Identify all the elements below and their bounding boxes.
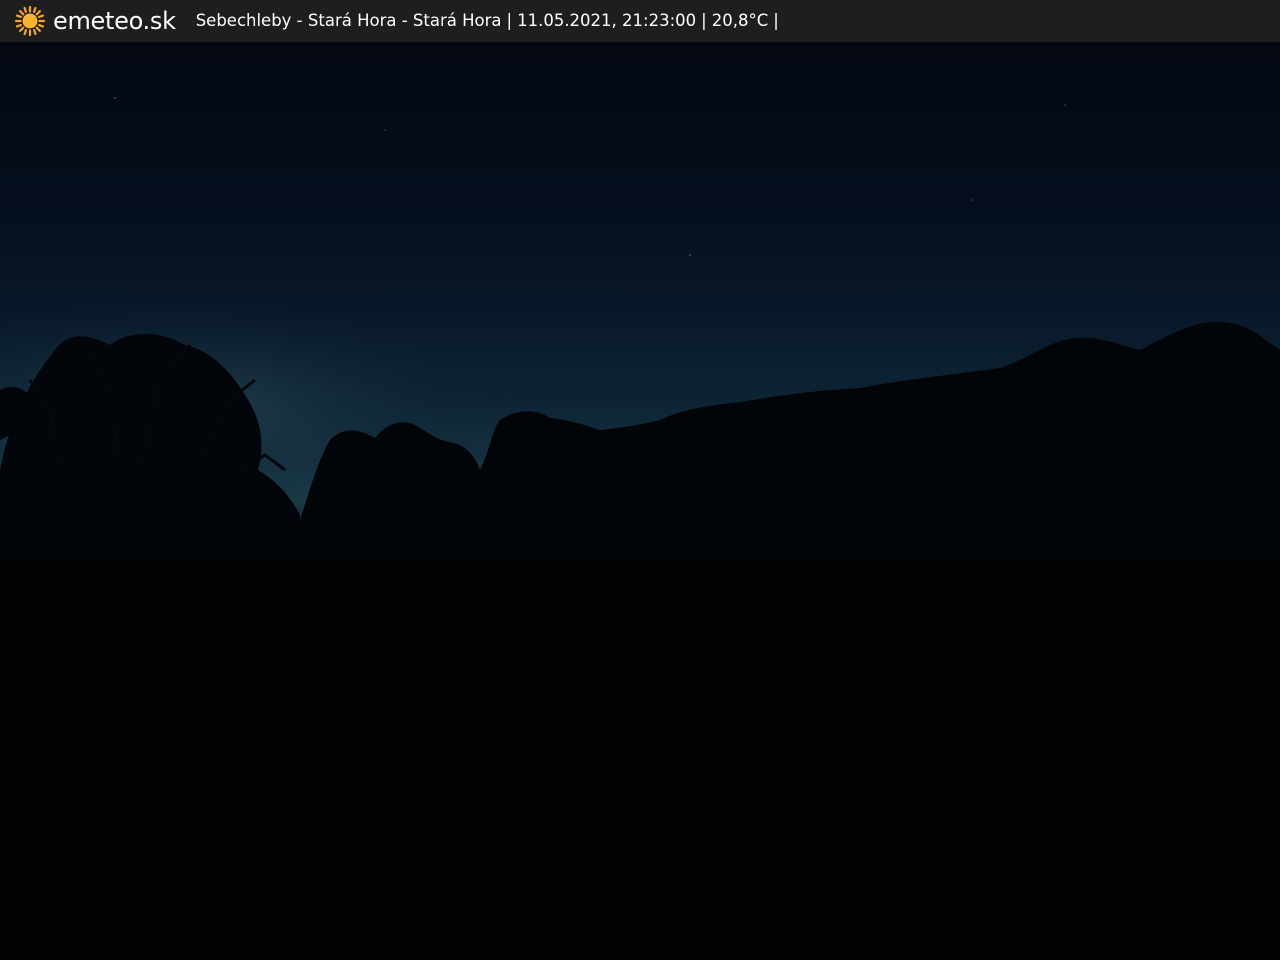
separator: | — [701, 11, 707, 30]
top-bar: emeteo.sk Sebechleby - Stará Hora - Star… — [0, 0, 1280, 42]
webcam-caption: Sebechleby - Stará Hora - Stará Hora | 1… — [196, 0, 784, 42]
sun-icon — [14, 5, 46, 37]
brand-name: emeteo.sk — [53, 7, 176, 35]
brand-logo[interactable]: emeteo.sk — [14, 0, 176, 42]
webcam-frame: emeteo.sk Sebechleby - Stará Hora - Star… — [0, 0, 1280, 960]
separator: | — [773, 11, 779, 30]
separator: | — [506, 11, 513, 30]
dark-ground — [0, 560, 1280, 960]
datetime-text: 11.05.2021, 21:23:00 — [517, 11, 697, 30]
webcam-scene — [0, 0, 1280, 960]
location-text: Sebechleby - Stará Hora - Stará Hora — [195, 11, 502, 30]
temperature-text: 20,8°C — [711, 11, 769, 30]
